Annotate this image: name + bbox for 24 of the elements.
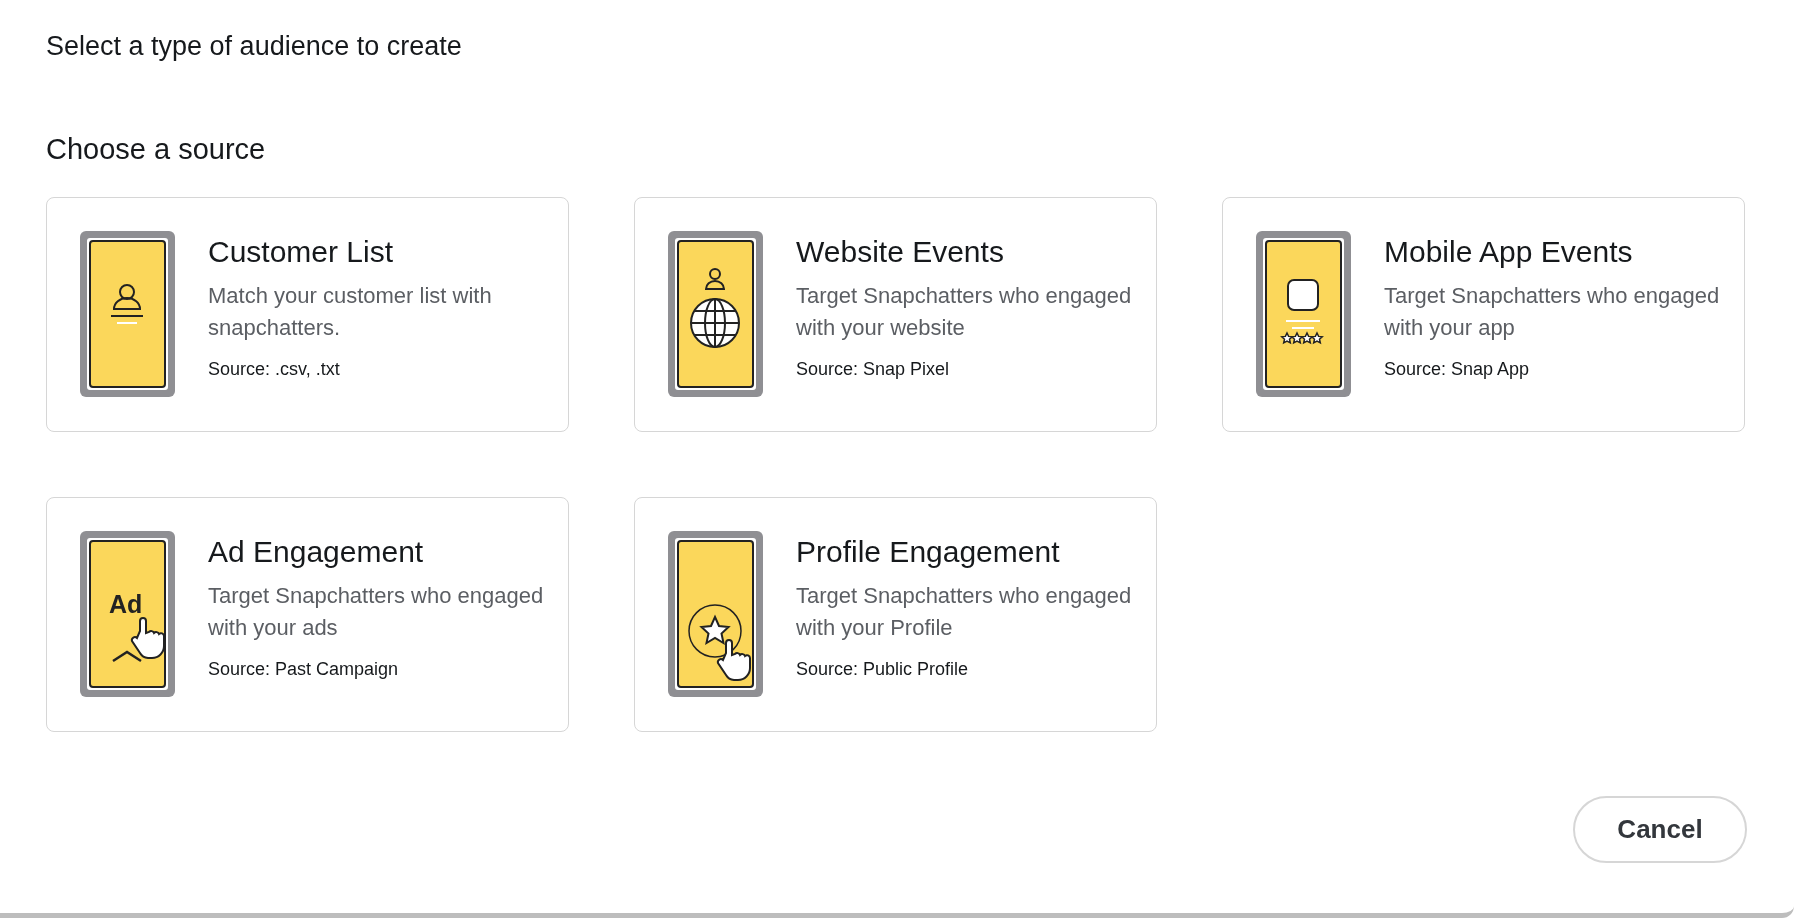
card-title: Website Events <box>796 234 1005 270</box>
card-description: Target Snapchatters who engaged with your website <box>796 282 1133 342</box>
card-description: Target Snapchatters who engaged with your Profile <box>796 582 1133 642</box>
card-title: Profile Engagement <box>796 534 1061 570</box>
source-card[interactable]: Customer List Match your customer list with snapchatters. Source: .csv, .txt <box>46 197 569 432</box>
dialog-title: Select a type of audience to create <box>46 30 463 63</box>
card-description: Match your customer list with snapchatters. <box>208 282 493 342</box>
card-source: Source: Public Profile <box>796 658 970 680</box>
cancel-button[interactable]: Cancel <box>1573 796 1747 863</box>
section-title: Choose a source <box>46 132 267 167</box>
card-title: Ad Engagement <box>208 534 425 570</box>
card-source: Source: Snap App <box>1384 358 1531 380</box>
ad-label: Ad <box>109 590 143 618</box>
source-card[interactable]: Profile Engagement Target Snapchatters who engaged with your Profile Source: Public Profile <box>634 497 1157 732</box>
card-source: Source: .csv, .txt <box>208 358 341 380</box>
card-title: Mobile App Events <box>1384 234 1634 270</box>
card-description: Target Snapchatters who engaged with your app <box>1384 282 1721 342</box>
source-card[interactable]: Website Events Target Snapchatters who engaged with your website Source: Snap Pixel <box>634 197 1157 432</box>
card-title: Customer List <box>208 234 395 270</box>
source-card[interactable]: Mobile App Events Target Snapchatters who engaged with your app Source: Snap App <box>1222 197 1745 432</box>
card-source: Source: Past Campaign <box>208 658 400 680</box>
card-source: Source: Snap Pixel <box>796 358 951 380</box>
card-description: Target Snapchatters who engaged with your ads <box>208 582 545 642</box>
source-card[interactable]: Ad Ad Engagement Target Snapchatters who engaged with your ads Source: Past Campaign <box>46 497 569 732</box>
